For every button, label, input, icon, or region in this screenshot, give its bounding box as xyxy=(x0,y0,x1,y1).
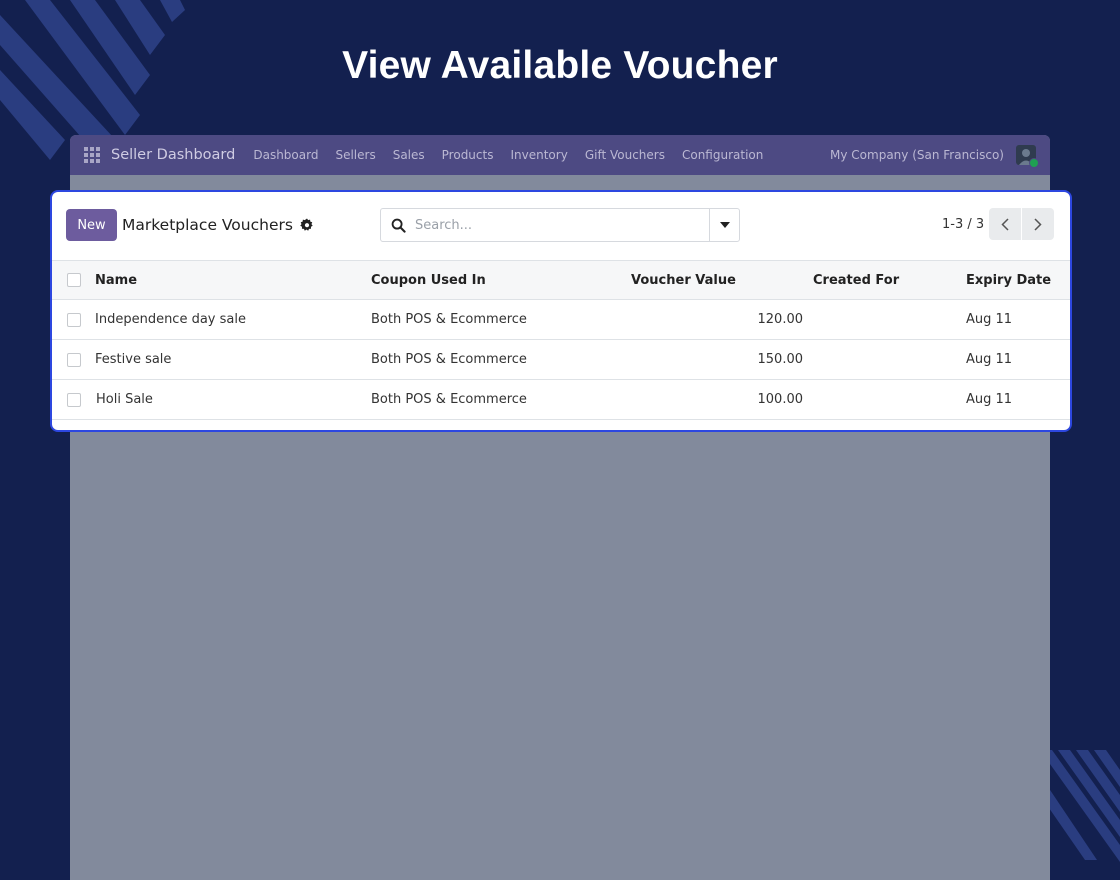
cell-created-for[interactable] xyxy=(811,339,966,380)
chevron-left-icon xyxy=(1001,217,1009,231)
row-select-cell xyxy=(52,299,95,340)
search-icon xyxy=(381,218,415,233)
caret-down-icon xyxy=(719,222,730,228)
cell-coupon-used-in[interactable]: Both POS & Ecommerce xyxy=(371,299,631,340)
page-headline: View Available Voucher xyxy=(342,44,778,87)
pager xyxy=(989,208,1054,240)
row-checkbox[interactable] xyxy=(67,352,81,367)
chevron-right-icon xyxy=(1034,217,1042,231)
row-checkbox[interactable] xyxy=(67,312,81,327)
apps-menu-icon[interactable] xyxy=(84,147,100,163)
cell-expiry-date[interactable]: Aug 11 xyxy=(966,339,1070,380)
row-checkbox[interactable] xyxy=(67,392,81,407)
control-panel: New Marketplace Vouchers 1-3 / 3 xyxy=(52,192,1070,260)
cell-voucher-value[interactable]: 120.00 xyxy=(631,299,811,340)
menu-item-gift-vouchers[interactable]: Gift Vouchers xyxy=(585,148,665,162)
page-title: Marketplace Vouchers xyxy=(122,216,314,234)
table-row[interactable]: Independence day sale Both POS & Ecommer… xyxy=(52,299,1070,340)
column-header-coupon-used-in[interactable]: Coupon Used In xyxy=(371,260,631,300)
column-header-created-for[interactable]: Created For xyxy=(811,260,966,300)
search-bar xyxy=(380,208,740,242)
cell-expiry-date[interactable]: Aug 11 xyxy=(966,299,1070,340)
menu-item-sellers[interactable]: Sellers xyxy=(335,148,375,162)
row-select-cell xyxy=(52,379,95,420)
cell-created-for[interactable] xyxy=(811,379,966,420)
table-row[interactable]: Festive sale Both POS & Ecommerce 150.00… xyxy=(52,339,1070,380)
menu-item-products[interactable]: Products xyxy=(442,148,494,162)
menu-item-configuration[interactable]: Configuration xyxy=(682,148,763,162)
decorative-stripes-bottom xyxy=(1040,750,1120,862)
pager-previous-button[interactable] xyxy=(989,208,1021,240)
column-header-expiry-date[interactable]: Expiry Date xyxy=(966,260,1070,300)
column-header-name[interactable]: Name xyxy=(95,260,371,300)
new-button[interactable]: New xyxy=(66,209,117,241)
pager-value[interactable]: 1-3 / 3 xyxy=(942,217,984,232)
vouchers-table: Name Coupon Used In Voucher Value Create… xyxy=(52,260,1070,420)
row-select-cell xyxy=(52,339,95,380)
select-all-cell xyxy=(52,260,95,300)
app-navbar: Seller Dashboard Dashboard Sellers Sales… xyxy=(70,135,1050,175)
pager-next-button[interactable] xyxy=(1022,208,1054,240)
cell-name[interactable]: Holi Sale xyxy=(95,379,371,420)
cell-expiry-date[interactable]: Aug 11 xyxy=(966,379,1070,420)
search-options-toggle[interactable] xyxy=(709,209,739,241)
menu-item-inventory[interactable]: Inventory xyxy=(510,148,567,162)
online-status-icon xyxy=(1029,158,1039,168)
cell-created-for[interactable] xyxy=(811,299,966,340)
cell-coupon-used-in[interactable]: Both POS & Ecommerce xyxy=(371,339,631,380)
cell-voucher-value[interactable]: 150.00 xyxy=(631,339,811,380)
column-header-voucher-value[interactable]: Voucher Value xyxy=(631,260,811,300)
cell-name[interactable]: Independence day sale xyxy=(95,299,371,340)
app-menu: Dashboard Sellers Sales Products Invento… xyxy=(253,148,763,162)
search-input[interactable] xyxy=(415,211,709,239)
app-brand[interactable]: Seller Dashboard xyxy=(111,147,235,163)
menu-item-sales[interactable]: Sales xyxy=(393,148,425,162)
table-row[interactable]: Holi Sale Both POS & Ecommerce 100.00 Au… xyxy=(52,379,1070,420)
vouchers-panel: New Marketplace Vouchers 1-3 / 3 xyxy=(50,190,1072,432)
breadcrumb: Marketplace Vouchers xyxy=(122,216,293,234)
cell-name[interactable]: Festive sale xyxy=(95,339,371,380)
company-switcher[interactable]: My Company (San Francisco) xyxy=(830,148,1004,162)
table-header-row: Name Coupon Used In Voucher Value Create… xyxy=(52,260,1070,300)
cell-coupon-used-in[interactable]: Both POS & Ecommerce xyxy=(371,379,631,420)
gear-icon[interactable] xyxy=(300,218,314,232)
menu-item-dashboard[interactable]: Dashboard xyxy=(253,148,318,162)
cell-voucher-value[interactable]: 100.00 xyxy=(631,379,811,420)
select-all-checkbox[interactable] xyxy=(67,273,81,287)
avatar[interactable] xyxy=(1016,145,1039,168)
